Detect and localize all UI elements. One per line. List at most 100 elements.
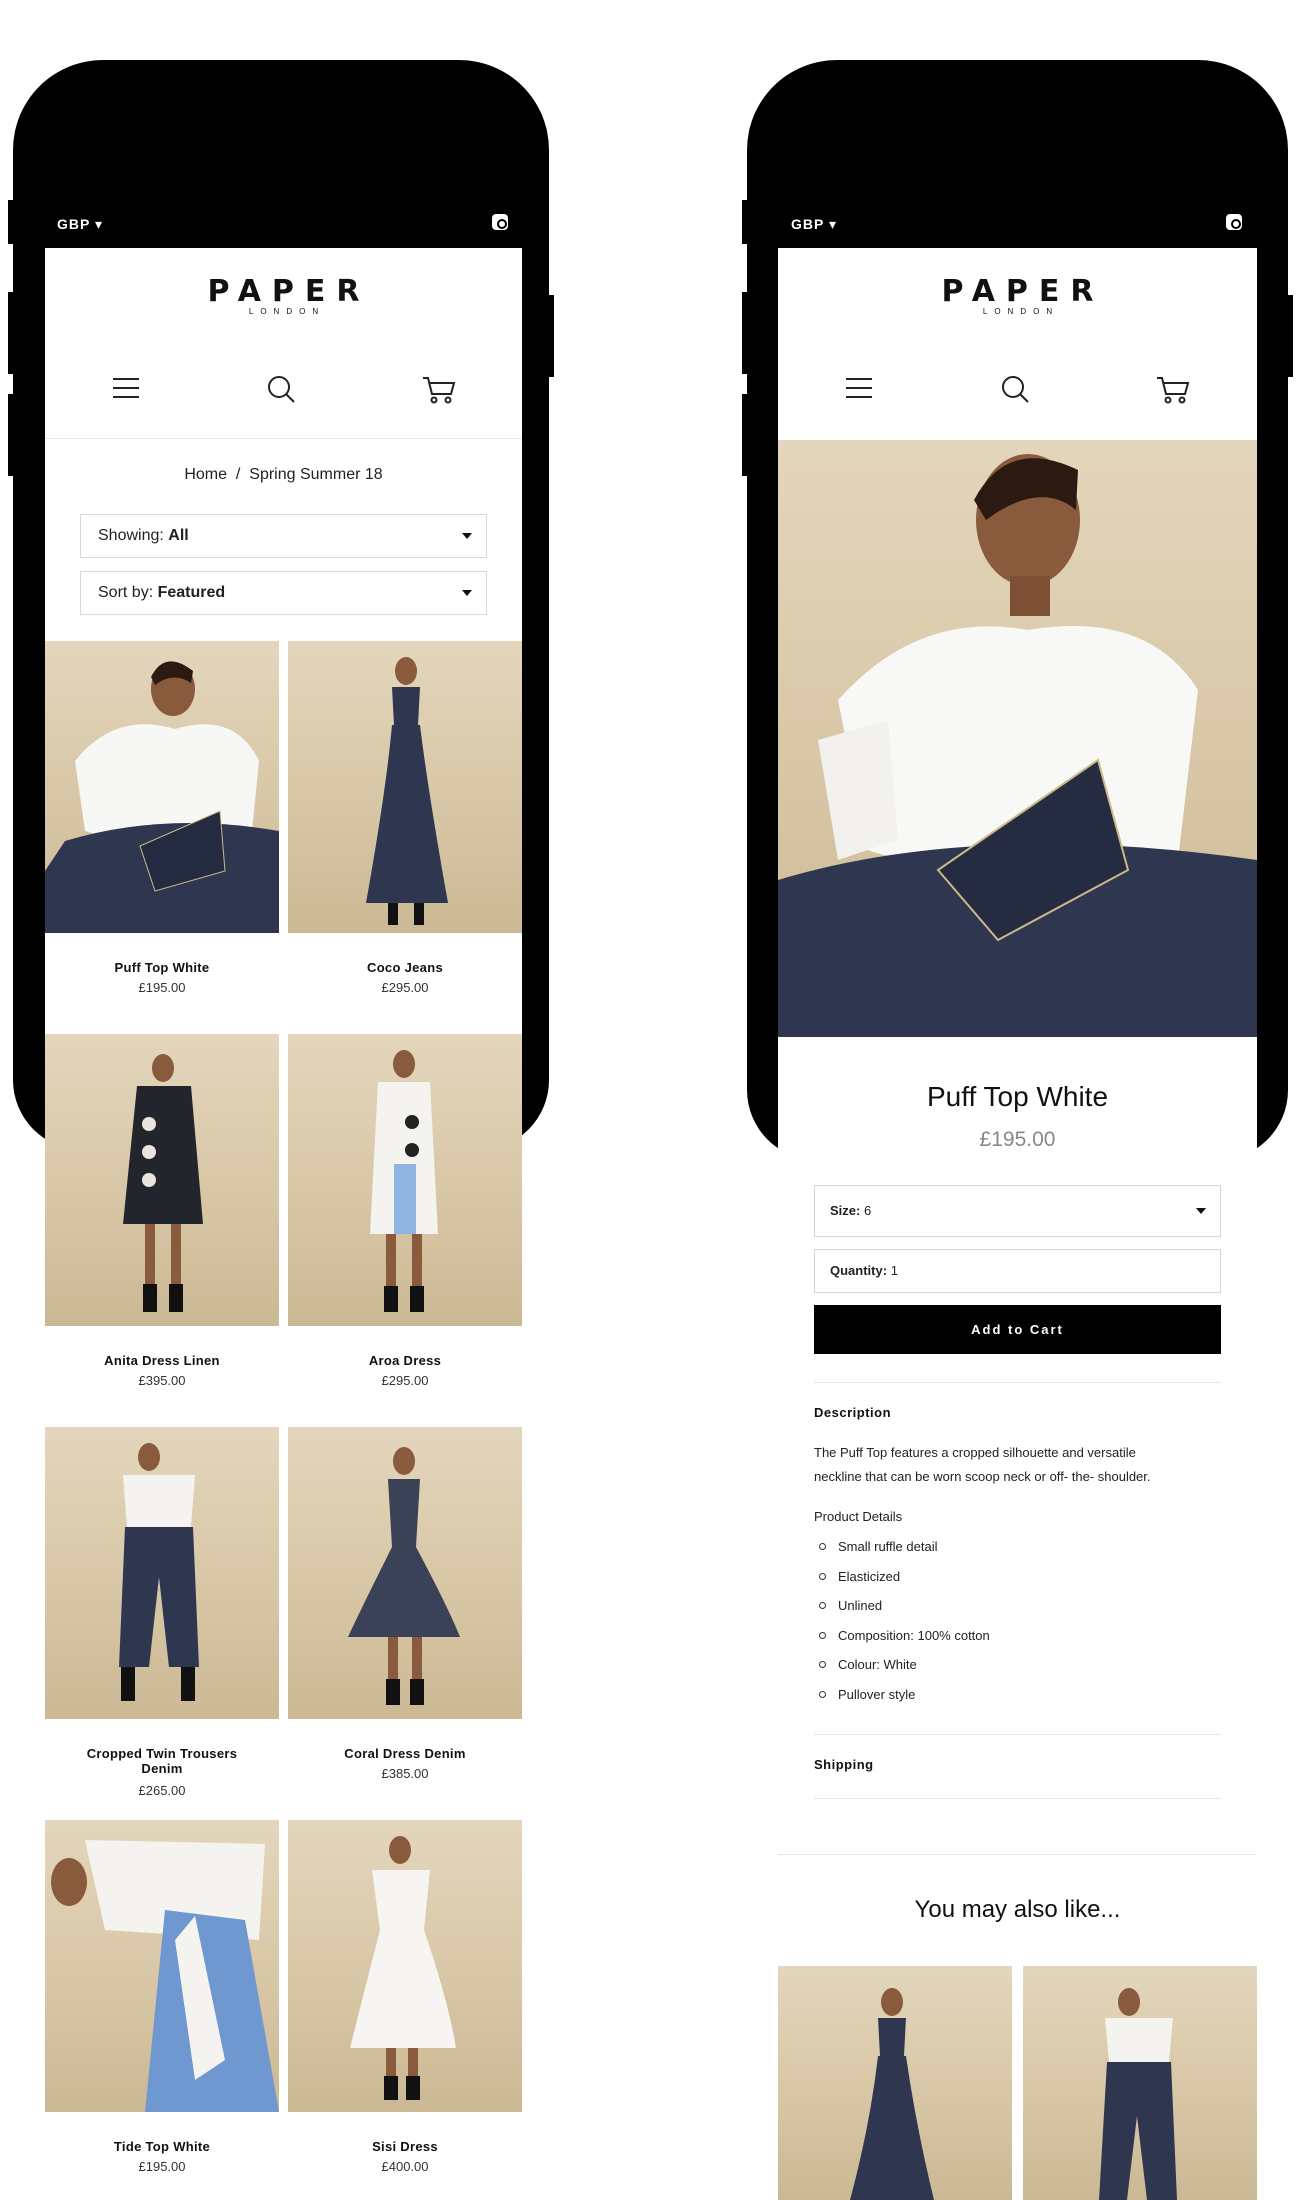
product-name-line1: Cropped Twin Trousers [86, 1746, 238, 1761]
left-menu-icon[interactable] [111, 376, 141, 400]
left-phone-screen: PAPER LONDON Home / Spring Summer 18 Sho… [45, 248, 522, 2200]
list-item: Composition: 100% cotton [814, 1621, 1221, 1651]
description-text: The Puff Top features a cropped silhouet… [814, 1441, 1234, 1489]
right-phone-volume-up [742, 292, 750, 374]
size-value: 6 [863, 1203, 872, 1218]
left-currency-selector[interactable]: GBP ▾ [57, 216, 103, 233]
right-currency-selector[interactable]: GBP ▾ [791, 216, 837, 233]
product-name[interactable]: Coral Dress Denim [288, 1746, 522, 1761]
description-line: The Puff Top features a cropped silhouet… [814, 1445, 1136, 1460]
product-name[interactable]: Anita Dress Linen [45, 1353, 279, 1368]
filter-value: All [168, 527, 189, 544]
model-figure [348, 1447, 460, 1705]
model-figure [370, 1050, 438, 1312]
product-price: £400.00 [381, 2159, 429, 2174]
list-item: Pullover style [814, 1680, 1221, 1710]
left-cart-icon[interactable] [422, 375, 456, 405]
left-logo-wordmark: PAPER [207, 274, 371, 309]
product-details-list: Small ruffle detail Elasticized Unlined … [814, 1532, 1221, 1710]
product-image-anita-dress[interactable] [45, 1034, 279, 1326]
product-name[interactable]: Coco Jeans [288, 960, 522, 975]
recommended-product-image[interactable] [1023, 1966, 1257, 2200]
quantity-field[interactable]: Quantity: 1 [814, 1249, 1221, 1293]
description-heading[interactable]: Description [814, 1405, 891, 1420]
model-figure [1099, 1988, 1177, 2200]
product-name[interactable]: Tide Top White [45, 2139, 279, 2154]
chevron-down-icon [462, 590, 472, 596]
model-figure [350, 1836, 456, 2100]
product-title: Puff Top White [926, 1081, 1109, 1112]
quantity-value: 1 [890, 1263, 898, 1278]
size-label: Size: [830, 1203, 861, 1218]
product-image-tide-top[interactable] [45, 1820, 279, 2112]
model-figure [366, 657, 448, 925]
right-cart-icon[interactable] [1156, 375, 1190, 405]
product-name[interactable]: Sisi Dress [288, 2139, 522, 2154]
breadcrumb: Home / Spring Summer 18 [45, 466, 522, 484]
section-divider [814, 1734, 1221, 1735]
product-price: £395.00 [138, 1373, 186, 1388]
product-image-aroa-dress[interactable] [288, 1034, 522, 1326]
product-price: £295.00 [381, 980, 429, 995]
product-hero-image[interactable] [778, 440, 1257, 1037]
breadcrumb-separator: / [235, 466, 241, 483]
add-to-cart-button[interactable]: Add to Cart [814, 1305, 1221, 1354]
product-name-line2: Denim [141, 1761, 183, 1776]
breadcrumb-home[interactable]: Home [184, 466, 227, 483]
right-phone-power [1285, 295, 1293, 377]
right-search-icon[interactable] [1001, 375, 1031, 405]
list-item: Unlined [814, 1591, 1221, 1621]
product-image-puff-top[interactable] [45, 641, 279, 933]
product-price: £385.00 [381, 1766, 429, 1781]
product-price: £195.00 [138, 2159, 186, 2174]
product-price: £195.00 [979, 1128, 1056, 1151]
product-name[interactable]: Cropped Twin Trousers Denim [45, 1746, 279, 1776]
recommended-product-image[interactable] [778, 1966, 1012, 2200]
product-name[interactable]: Aroa Dress [288, 1353, 522, 1368]
section-divider [778, 1854, 1257, 1855]
list-item: Small ruffle detail [814, 1532, 1221, 1562]
right-phone-screen: PAPER LONDON Puff Top White £195.00 Size… [778, 248, 1257, 2200]
left-phone-volume-up [8, 292, 16, 374]
sort-label: Sort by: [98, 584, 154, 601]
right-menu-icon[interactable] [844, 376, 874, 400]
right-phone-volume-down [742, 394, 750, 476]
filter-label: Showing: [98, 527, 164, 544]
left-phone-side-button [8, 200, 16, 244]
model-figure [123, 1054, 203, 1312]
quantity-label: Quantity: [830, 1263, 888, 1278]
model-figure [119, 1443, 199, 1701]
product-name[interactable]: Puff Top White [45, 960, 279, 975]
left-search-icon[interactable] [267, 375, 297, 405]
left-logo-subtitle: LONDON [248, 307, 326, 316]
right-logo[interactable]: PAPER LONDON [778, 274, 1257, 316]
product-image-coral-dress[interactable] [288, 1427, 522, 1719]
sort-value: Featured [157, 584, 226, 601]
size-select[interactable]: Size: 6 [814, 1185, 1221, 1237]
right-logo-subtitle: LONDON [982, 307, 1060, 316]
left-instagram-icon[interactable] [492, 214, 508, 230]
left-phone-power [546, 295, 554, 377]
filter-showing-select[interactable]: Showing: All [80, 514, 487, 558]
right-logo-wordmark: PAPER [941, 274, 1105, 309]
product-image-sisi-dress[interactable] [288, 1820, 522, 2112]
section-divider [814, 1382, 1221, 1383]
shipping-heading[interactable]: Shipping [814, 1757, 874, 1772]
sort-by-select[interactable]: Sort by: Featured [80, 571, 487, 615]
breadcrumb-current: Spring Summer 18 [249, 466, 383, 483]
chevron-down-icon [1196, 1208, 1206, 1214]
left-header-divider [45, 438, 522, 439]
list-item: Colour: White [814, 1650, 1221, 1680]
model-figure [45, 661, 279, 933]
product-price: £295.00 [381, 1373, 429, 1388]
chevron-down-icon [462, 533, 472, 539]
section-divider [814, 1798, 1221, 1799]
product-price: £195.00 [138, 980, 186, 995]
right-instagram-icon[interactable] [1226, 214, 1242, 230]
product-image-coco-jeans[interactable] [288, 641, 522, 933]
product-image-cropped-twin-trousers[interactable] [45, 1427, 279, 1719]
model-figure [850, 1988, 934, 2200]
left-logo[interactable]: PAPER LONDON [45, 274, 522, 316]
product-price: £265.00 [138, 1783, 186, 1798]
model-figure [778, 454, 1257, 1037]
